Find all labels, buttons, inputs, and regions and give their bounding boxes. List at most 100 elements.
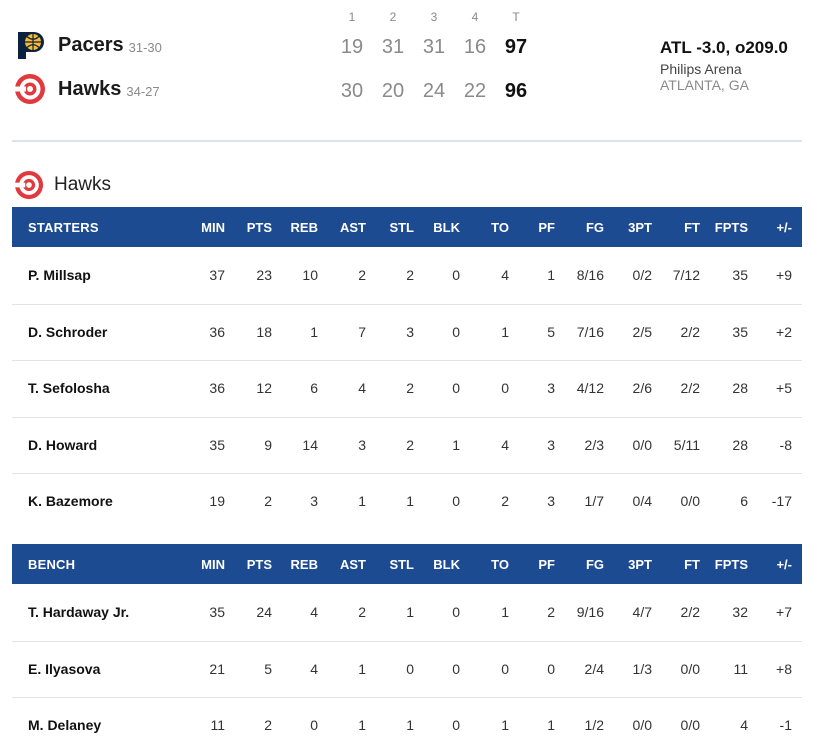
stat-min: 35 (209, 604, 225, 621)
column-header[interactable]: FT (654, 544, 700, 584)
stat-pf: 2 (547, 604, 555, 621)
stat-ast: 7 (358, 323, 366, 340)
stat-fpts: 35 (732, 323, 748, 340)
player-name[interactable]: P. Millsap (28, 247, 198, 304)
column-header[interactable]: AST (320, 544, 366, 584)
stat-ft: 2/2 (680, 604, 700, 621)
column-header[interactable]: +/- (746, 207, 792, 247)
player-name[interactable]: D. Schroder (28, 304, 198, 361)
column-header[interactable]: TO (463, 544, 509, 584)
table-row[interactable]: D. Howard 35 9 14 3 2 1 4 3 2/3 0/0 5/11 28 -8 (12, 417, 802, 474)
column-header[interactable]: FG (558, 207, 604, 247)
stat-to: 1 (501, 717, 509, 734)
stat-3pt: 0/0 (632, 717, 652, 734)
column-header[interactable]: MIN (179, 207, 225, 247)
column-header[interactable]: TO (463, 207, 509, 247)
pacers-logo-icon (18, 32, 44, 59)
stat-fpts: 11 (733, 660, 748, 677)
stat-reb: 1 (310, 323, 318, 340)
stat-3pt: 4/7 (632, 604, 652, 621)
stat-3pt: 0/4 (632, 493, 652, 510)
player-name[interactable]: E. Ilyasova (28, 641, 198, 698)
table-row[interactable]: T. Hardaway Jr. 35 24 4 2 1 0 1 2 9/16 4/7 2/2 32 +7 (12, 584, 802, 642)
stat-ft: 2/2 (680, 380, 700, 397)
stat-3pt: 0/2 (632, 267, 652, 284)
column-header[interactable]: FPTS (702, 544, 748, 584)
stat-stl: 1 (406, 604, 414, 621)
stat-ft: 0/0 (680, 717, 700, 734)
stat-: -1 (779, 717, 792, 734)
stat-fpts: 4 (740, 717, 748, 734)
stat-3pt: 0/0 (632, 436, 652, 453)
team-name[interactable]: Pacers (58, 34, 124, 57)
stat-pf: 1 (547, 717, 555, 734)
column-header[interactable]: REB (272, 544, 318, 584)
stat-to: 1 (501, 323, 509, 340)
team-record: 31-30 (128, 39, 162, 55)
boxscore-team-heading: Hawks (14, 170, 111, 200)
stat-fg: 7/16 (576, 323, 604, 340)
column-header[interactable]: STL (368, 544, 414, 584)
column-header[interactable]: 3PT (606, 207, 652, 247)
period-score: 20 (381, 80, 405, 102)
team-row-pacers[interactable]: Pacers 31-30 (14, 30, 162, 60)
stat-fpts: 35 (732, 267, 748, 284)
stat-3pt: 1/3 (632, 660, 652, 677)
column-header[interactable]: FG (558, 544, 604, 584)
column-header[interactable]: BLK (414, 207, 460, 247)
stat-blk: 1 (452, 436, 460, 453)
column-header[interactable]: REB (272, 207, 318, 247)
team-row-hawks[interactable]: Hawks 34-27 (14, 74, 160, 104)
venue-name: Philips Arena (660, 61, 742, 77)
stat-blk: 0 (452, 660, 460, 677)
column-header[interactable]: FPTS (702, 207, 748, 247)
column-header[interactable]: STL (368, 207, 414, 247)
stat-ast: 4 (358, 380, 366, 397)
stat-min: 19 (209, 493, 225, 510)
column-header[interactable]: PF (509, 207, 555, 247)
table-row[interactable]: E. Ilyasova 21 5 4 1 0 0 0 0 2/4 1/3 0/0 11 +8 (12, 641, 802, 698)
column-header[interactable]: PTS (226, 207, 272, 247)
stat-blk: 0 (452, 717, 460, 734)
table-row[interactable]: T. Sefolosha 36 12 6 4 2 0 0 3 4/12 2/6 2/2 28 +5 (12, 360, 802, 418)
stat-3pt: 2/6 (632, 380, 652, 397)
stat-fpts: 28 (732, 436, 748, 453)
table-row[interactable]: K. Bazemore 19 2 3 1 1 0 2 3 1/7 0/4 0/0 6 -17 (12, 473, 802, 530)
table-row[interactable]: D. Schroder 36 18 1 7 3 0 1 5 7/16 2/5 2/2 35 +2 (12, 304, 802, 361)
team-name[interactable]: Hawks (58, 78, 121, 101)
stat-reb: 6 (310, 380, 318, 397)
stat-to: 4 (501, 267, 509, 284)
stat-: +8 (776, 660, 792, 677)
player-name[interactable]: M. Delaney (28, 697, 198, 754)
player-name[interactable]: T. Hardaway Jr. (28, 584, 198, 641)
stat-3pt: 2/5 (632, 323, 652, 340)
period-header: 1 (348, 10, 356, 24)
stat-blk: 0 (452, 493, 460, 510)
venue-city: ATLANTA, GA (660, 77, 749, 93)
column-header[interactable]: FT (654, 207, 700, 247)
player-name[interactable]: T. Sefolosha (28, 360, 198, 417)
column-header[interactable]: BLK (414, 544, 460, 584)
period-score: 24 (422, 80, 446, 102)
stat-stl: 1 (406, 493, 414, 510)
stat-stl: 2 (406, 436, 414, 453)
stat-pf: 1 (547, 267, 555, 284)
stat-blk: 0 (452, 604, 460, 621)
table-row[interactable]: M. Delaney 11 2 0 1 1 0 1 1 1/2 0/0 0/0 4 -1 (12, 697, 802, 754)
boxscore-team-name: Hawks (54, 174, 112, 195)
player-name[interactable]: D. Howard (28, 417, 198, 474)
stat-to: 1 (501, 604, 509, 621)
stat-to: 4 (501, 436, 509, 453)
stat-pts: 2 (264, 717, 272, 734)
column-header[interactable]: PTS (226, 544, 272, 584)
column-header[interactable]: +/- (746, 544, 792, 584)
table-row[interactable]: P. Millsap 37 23 10 2 2 0 4 1 8/16 0/2 7/12 35 +9 (12, 247, 802, 305)
stat-ast: 2 (358, 267, 366, 284)
player-name[interactable]: K. Bazemore (28, 473, 198, 530)
stat-to: 2 (501, 493, 509, 510)
column-header[interactable]: MIN (179, 544, 225, 584)
column-header[interactable]: PF (509, 544, 555, 584)
linescore: Pacers 31-30 Hawks 34-27 1 2 3 4 T 19 31… (0, 0, 814, 120)
column-header[interactable]: 3PT (606, 544, 652, 584)
column-header[interactable]: AST (320, 207, 366, 247)
